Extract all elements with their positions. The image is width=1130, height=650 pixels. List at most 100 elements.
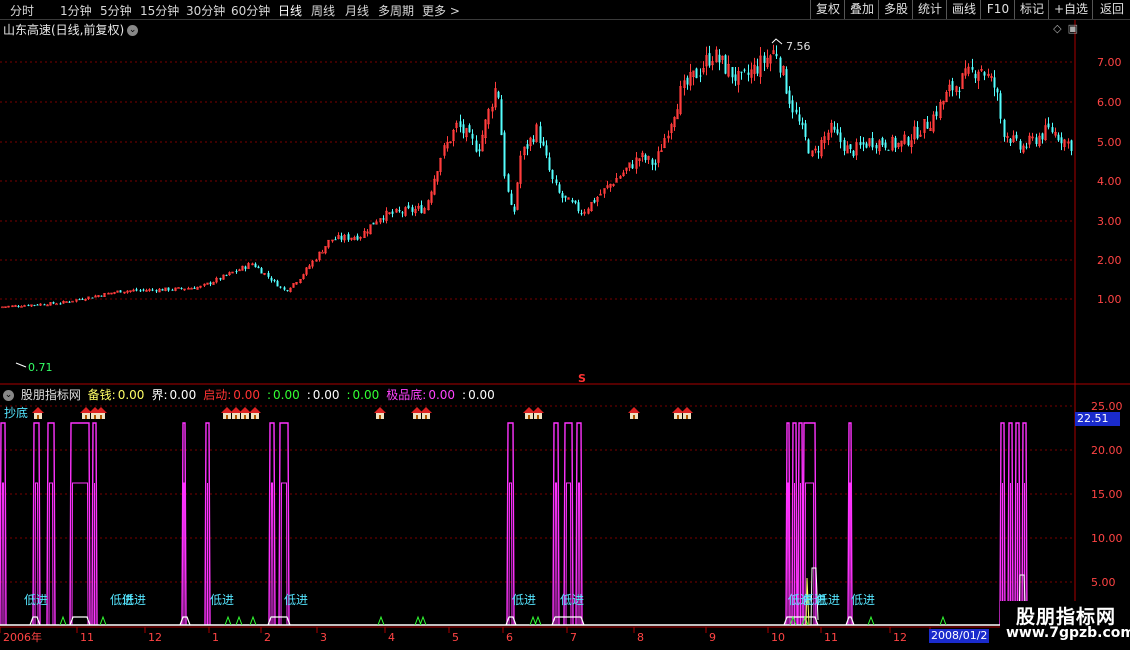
house-roof	[32, 407, 44, 413]
candle-body	[740, 71, 743, 73]
indicator-y-ticks: 25.00 20.00 15.00 10.00 5.00	[1091, 400, 1123, 589]
candle-body	[391, 211, 394, 214]
candle-body	[334, 239, 337, 241]
candle-body	[321, 251, 324, 254]
candle-body	[407, 205, 410, 209]
house-roof	[249, 407, 261, 413]
candle-body	[843, 140, 846, 151]
candle-body	[78, 299, 81, 301]
x-label: 7	[570, 631, 577, 644]
house-door	[100, 415, 102, 419]
candle-body	[462, 124, 465, 134]
x-label: 3	[320, 631, 327, 644]
candle-body	[875, 145, 878, 149]
signal-pulse	[46, 422, 56, 626]
house-door	[226, 415, 228, 419]
green-marker	[99, 615, 107, 626]
candle-body	[270, 277, 273, 281]
indicator-name: 股朋指标网	[20, 388, 81, 402]
candle-body	[20, 306, 23, 308]
chevron-down-icon[interactable]: ⌄	[3, 390, 14, 401]
indicator-header: ⌄ 股朋指标网 备钱: 0.00 界: 0.00 启动: 0.00:0.00:0.00:0…	[3, 386, 505, 403]
diamond-icon[interactable]: ◇	[1053, 22, 1061, 35]
house-roof	[628, 407, 640, 413]
candle-body	[283, 287, 286, 290]
candle-body	[279, 286, 282, 288]
house-door	[379, 415, 381, 419]
house-icon	[628, 407, 640, 419]
candle-body	[347, 234, 350, 240]
ind-y-tick-20: 20.00	[1091, 444, 1123, 457]
candle-body	[52, 302, 55, 304]
candle-body	[747, 72, 750, 75]
candle-body	[795, 109, 798, 113]
candle-body	[372, 222, 375, 225]
signal-pulse-inner	[554, 482, 558, 626]
candle-body	[55, 303, 58, 306]
candle-body	[887, 149, 890, 151]
candle-body	[631, 164, 634, 169]
candle-body	[907, 137, 910, 146]
candle-body	[1009, 138, 1012, 143]
indicator-field-label: 界:	[151, 388, 168, 402]
house-roof	[420, 407, 432, 413]
y-tick-4: 4.00	[1097, 175, 1122, 188]
candle-body	[155, 290, 158, 292]
signal-pulse-inner	[48, 482, 54, 626]
x-label: 6	[506, 631, 513, 644]
y-tick-5: 5.00	[1097, 136, 1122, 149]
candle-body	[798, 114, 801, 122]
cursor-date: 2008/01/2	[929, 629, 990, 643]
candle-body	[1047, 123, 1050, 128]
chevron-down-icon[interactable]: ⌄	[127, 25, 139, 36]
candle-body	[468, 125, 471, 133]
signal-pulse	[552, 422, 560, 626]
signal-label: 低进	[851, 593, 875, 607]
ind-y-tick-15: 15.00	[1091, 488, 1123, 501]
candle-body	[267, 272, 270, 277]
window-icon[interactable]: ▣	[1068, 22, 1078, 35]
indicator-field-label: 极品底:	[386, 388, 427, 402]
corner-label: 抄底	[4, 405, 28, 420]
candle-body	[695, 68, 698, 79]
stock-title: 山东高速(日线,前复权) ⌄	[3, 21, 139, 38]
candle-body	[33, 304, 36, 306]
candle-body	[209, 282, 212, 285]
candle-body	[804, 123, 807, 137]
x-label: 4	[388, 631, 395, 644]
candle-body	[219, 278, 222, 280]
candle-body	[539, 126, 542, 144]
candle-body	[884, 142, 887, 148]
house-icon	[32, 407, 44, 419]
indicator-field-label: :	[346, 388, 351, 402]
house-door	[85, 415, 87, 419]
house-door	[235, 415, 237, 419]
candle-body	[574, 200, 577, 203]
candle-body	[871, 137, 874, 148]
x-axis-labels: 2006年 11 12 1 2 3 4 5 6 7 8 9 10 11 12	[3, 630, 907, 644]
y-tick-3: 3.00	[1097, 215, 1122, 228]
indicator-field-value: 0.00	[273, 388, 300, 402]
candle-body	[708, 53, 711, 66]
house-icon	[532, 407, 544, 419]
indicator-field-value: 0.00	[428, 388, 456, 402]
house-door	[254, 415, 256, 419]
signal-pulse-inner	[206, 482, 209, 626]
candle-body	[510, 193, 513, 205]
candle-body	[593, 200, 596, 203]
candle-body	[161, 289, 164, 291]
s-marker: S	[578, 372, 586, 385]
candle-body	[971, 67, 974, 70]
candle-body	[276, 280, 279, 287]
candle-body	[1003, 119, 1006, 137]
indicator-field-label: 备钱:	[87, 388, 116, 402]
signal-label: 低进	[122, 593, 146, 607]
candle-body	[926, 121, 929, 129]
candle-body	[785, 69, 788, 94]
candle-body	[471, 133, 474, 139]
house-icon	[374, 407, 386, 419]
candle-body	[545, 145, 548, 156]
candle-body	[43, 304, 46, 306]
kline-chart[interactable]: 7.00 6.00 5.00 4.00 3.00 2.00 1.00 25.00…	[0, 0, 1130, 650]
candle-body	[151, 289, 154, 291]
